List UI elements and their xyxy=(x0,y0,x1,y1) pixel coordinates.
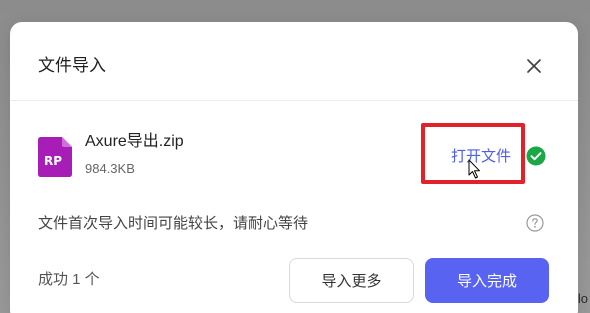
background-text: lo xyxy=(577,291,588,306)
check-circle-icon xyxy=(526,146,546,166)
file-import-dialog: 文件导入 RP Axure导出.zip 984.3KB 打开文件 文件首次导入时… xyxy=(10,22,578,313)
rp-file-icon: RP xyxy=(38,137,72,177)
close-icon[interactable] xyxy=(522,54,546,78)
import-more-button[interactable]: 导入更多 xyxy=(289,258,414,303)
dialog-header: 文件导入 xyxy=(10,22,578,101)
success-count: 成功 1 个 xyxy=(38,271,100,288)
import-hint-text: 文件首次导入时间可能较长，请耐心等待 xyxy=(38,215,309,232)
file-size: 984.3KB xyxy=(85,161,135,176)
mouse-cursor-icon xyxy=(468,159,482,179)
dialog-title: 文件导入 xyxy=(38,56,106,75)
question-circle-icon[interactable] xyxy=(526,214,544,232)
file-name: Axure导出.zip xyxy=(85,133,184,150)
file-icon-label: RP xyxy=(44,154,62,168)
import-done-button[interactable]: 导入完成 xyxy=(425,258,549,303)
